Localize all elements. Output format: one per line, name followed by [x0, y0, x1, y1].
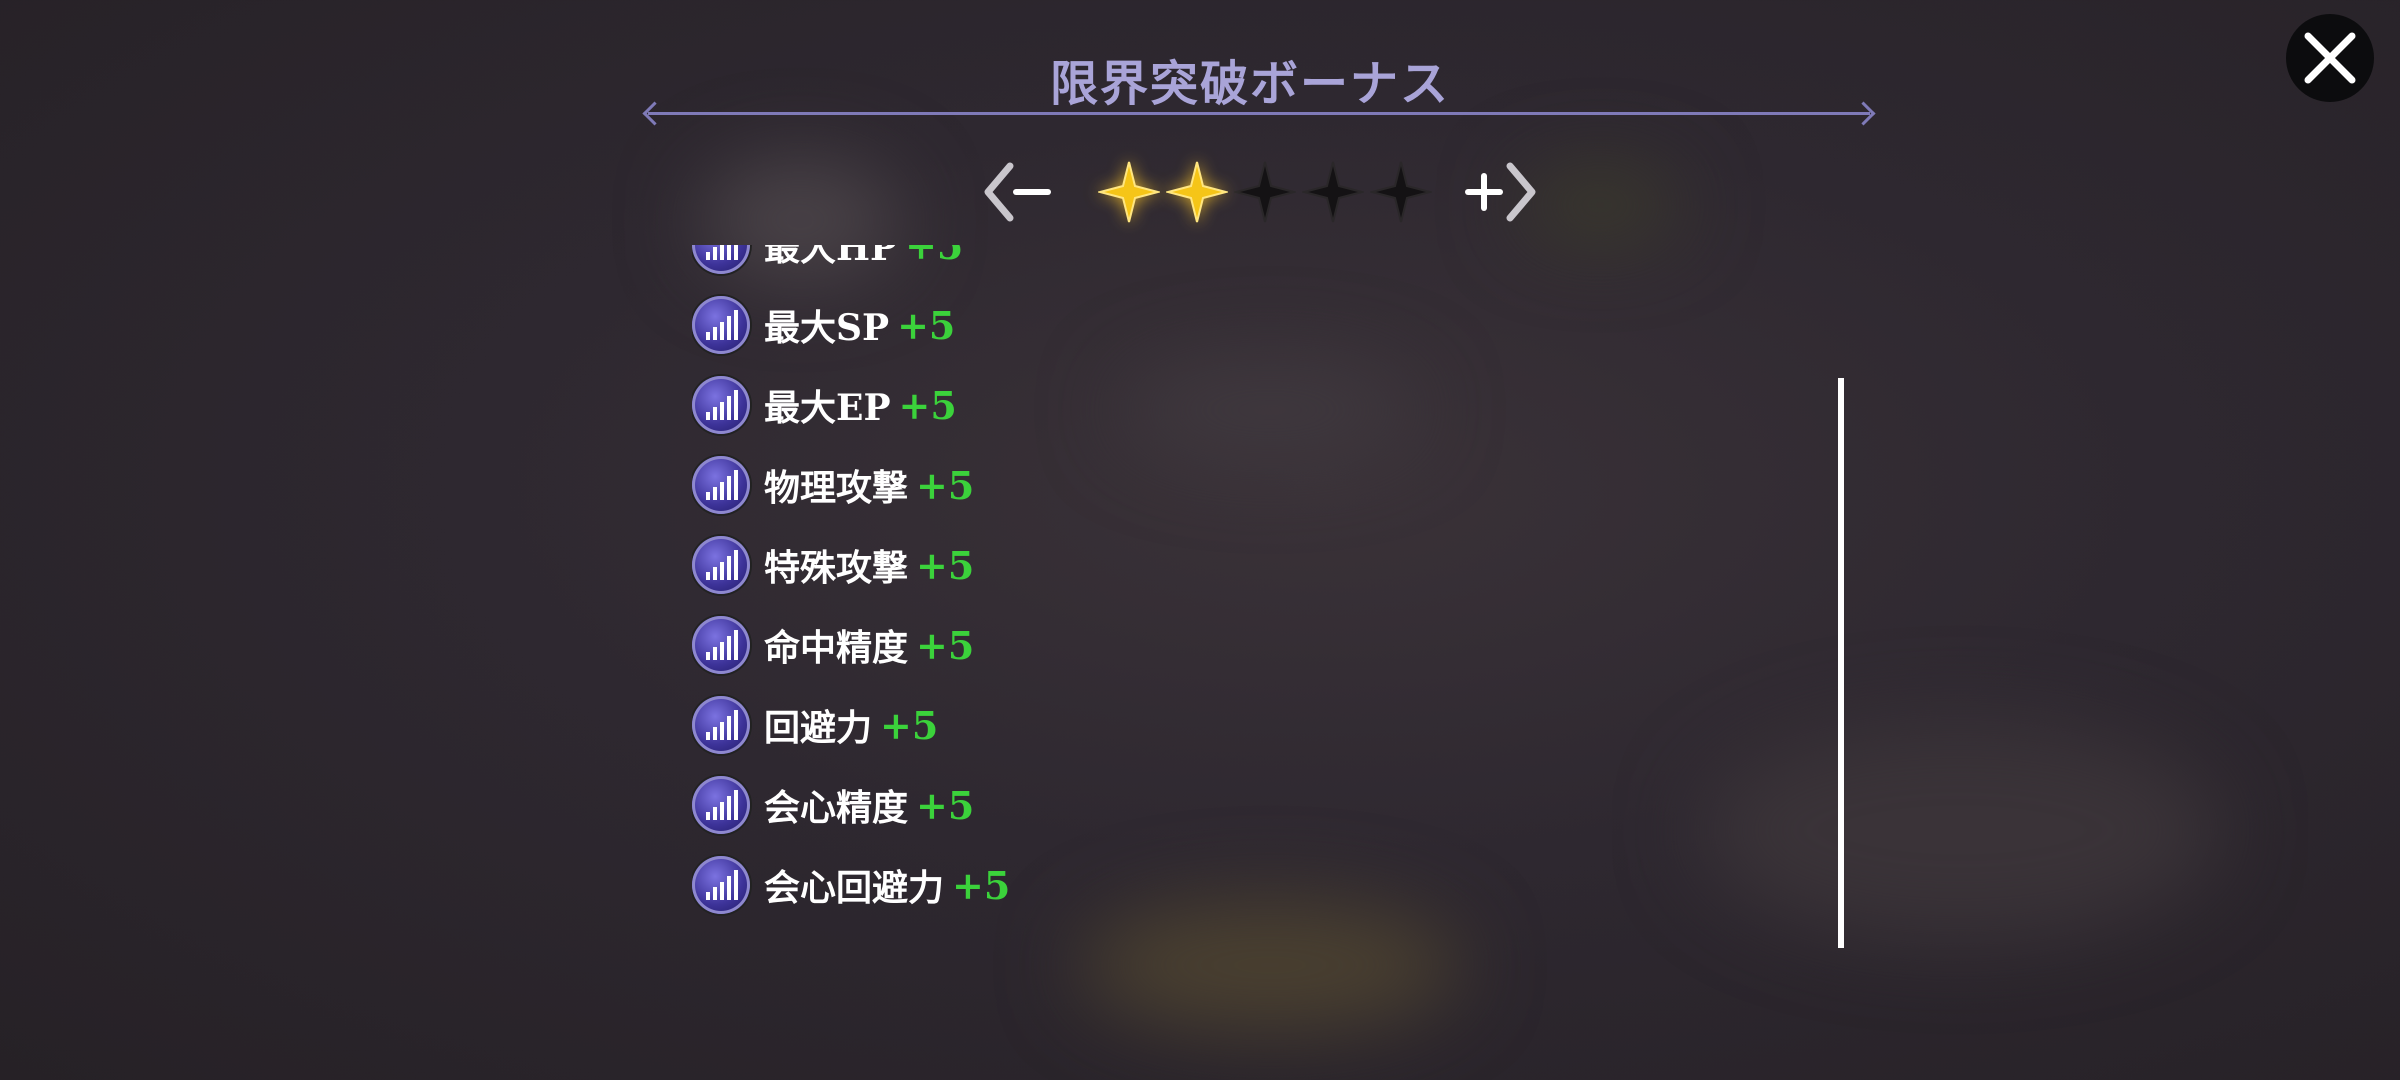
- bonus-list[interactable]: 最大HP +5 最大SP +5 最大EP +5 物理攻撃 +5 特殊攻撃 +5 命中精度 +5 回避力 +…: [692, 245, 1292, 935]
- stat-bars-icon: [692, 296, 750, 354]
- background-blur: [1700, 720, 2220, 940]
- list-item: 会心回避力 +5: [692, 845, 1010, 925]
- bonus-label: 物理攻撃: [764, 467, 909, 509]
- star-icon-inactive: [1370, 161, 1432, 223]
- bonus-label: 会心精度: [764, 787, 909, 829]
- list-item: 最大EP +5: [692, 365, 1010, 445]
- scrollbar[interactable]: [1838, 378, 1844, 948]
- bonus-value: +5: [952, 862, 1011, 908]
- page-title: 限界突破ボーナス: [1049, 56, 1450, 112]
- rank-selector: [980, 160, 1540, 224]
- stat-bars-icon: [692, 856, 750, 914]
- list-item: 命中精度 +5: [692, 605, 1010, 685]
- stat-bars-icon: [692, 696, 750, 754]
- bonus-label: 命中精度: [764, 627, 909, 669]
- stat-bars-icon: [692, 245, 750, 274]
- bonus-value: +5: [897, 302, 956, 348]
- bonus-label: 最大HP: [764, 245, 898, 269]
- star-icon-active: [1098, 161, 1160, 223]
- title-divider: [648, 112, 1870, 115]
- close-button[interactable]: [2286, 14, 2374, 102]
- star-icon-inactive: [1302, 161, 1364, 223]
- bonus-value: +5: [916, 462, 975, 508]
- star-icon-inactive: [1234, 161, 1296, 223]
- bonus-value: +5: [898, 382, 957, 428]
- bonus-value: +5: [916, 782, 975, 828]
- bonus-value: +5: [916, 542, 975, 588]
- rank-increase-button[interactable]: [1460, 160, 1540, 224]
- stat-bars-icon: [692, 616, 750, 674]
- stat-bars-icon: [692, 456, 750, 514]
- bonus-label: 会心回避力: [764, 867, 945, 909]
- list-item: 回避力 +5: [692, 685, 1010, 765]
- bonus-value: +5: [905, 245, 964, 268]
- bonus-label: 最大SP: [764, 307, 890, 349]
- list-item: 会心精度 +5: [692, 765, 1010, 845]
- bonus-label: 最大EP: [764, 387, 891, 429]
- star-icon-active: [1166, 161, 1228, 223]
- bonus-label: 回避力: [764, 707, 873, 749]
- rank-stars: [1098, 160, 1432, 224]
- list-item: 最大SP +5: [692, 285, 1010, 365]
- bonus-value: +5: [916, 622, 975, 668]
- list-item: 物理攻撃 +5: [692, 445, 1010, 525]
- stat-bars-icon: [692, 376, 750, 434]
- bonus-label: 特殊攻撃: [764, 547, 909, 589]
- stat-bars-icon: [692, 776, 750, 834]
- close-icon: [2304, 32, 2356, 84]
- rank-decrease-button[interactable]: [980, 160, 1060, 224]
- arrow-right-plus-icon: [1465, 162, 1536, 222]
- arrow-left-minus-icon: [984, 162, 1051, 222]
- stat-bars-icon: [692, 536, 750, 594]
- list-item: 最大HP +5: [692, 245, 1010, 285]
- bonus-value: +5: [880, 702, 939, 748]
- list-item: 特殊攻撃 +5: [692, 525, 1010, 605]
- background-blur: [1520, 170, 1680, 240]
